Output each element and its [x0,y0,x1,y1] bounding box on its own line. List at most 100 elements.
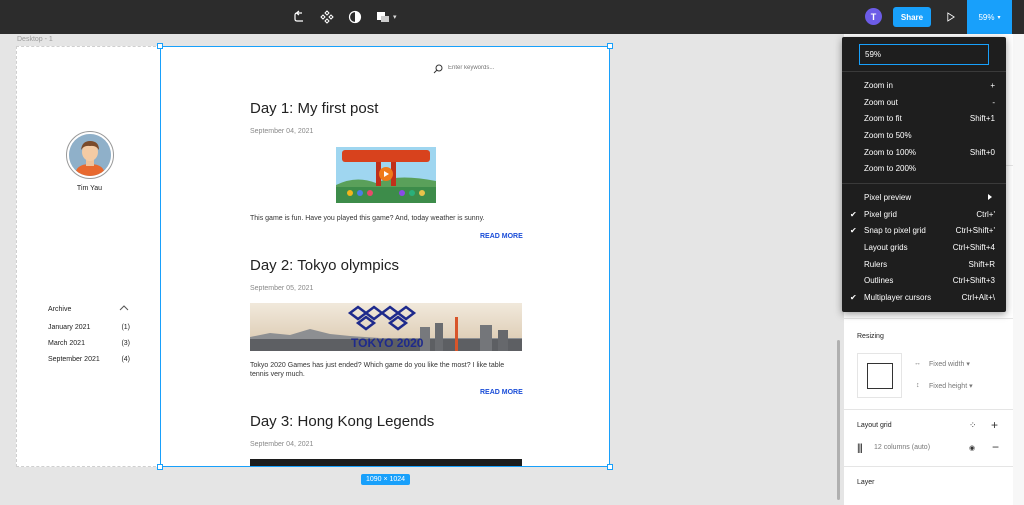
menu-item-shortcut: Ctrl+Shift+3 [952,276,995,285]
components-icon[interactable] [318,8,336,26]
blog-sidebar-frame[interactable]: Tim Yau Archive January 2021 (1) March 2… [16,46,161,467]
zoom-level: 59% [978,12,995,22]
archive-item[interactable]: September 2021 (4) [48,356,130,363]
menu-item-pixel-grid[interactable]: ✔ Pixel grid Ctrl+' [842,207,1006,223]
move-tool-icon[interactable] [291,8,309,26]
profile-avatar [66,131,114,179]
check-icon: ✔ [850,226,857,235]
post-title[interactable]: Day 1: My first post [250,100,378,117]
zoom-input[interactable] [859,44,989,65]
menu-item-shortcut: Ctrl+Shift+' [955,226,995,235]
search-input[interactable] [448,65,528,71]
menu-item-label: Zoom out [864,98,898,107]
remove-grid-icon[interactable]: − [992,440,999,454]
menu-item-zoom-50[interactable]: Zoom to 50% [842,128,1006,144]
menu-item-shortcut: Ctrl+' [976,210,995,219]
user-avatar[interactable]: T [865,8,882,25]
zoom-button[interactable]: 59% ▾ [967,0,1012,34]
menu-item-zoom-100[interactable]: Zoom to 100% Shift+0 [842,145,1006,161]
grid-value[interactable]: 12 columns (auto) [874,444,930,451]
width-icon: ↔ [914,360,921,367]
menu-item-shortcut: Shift+R [968,260,995,269]
resizing-title: Resizing [857,333,884,340]
fixed-height-select[interactable]: Fixed height ▾ [929,382,973,390]
search-icon [433,64,443,74]
menu-item-zoom-to-fit[interactable]: Zoom to fit Shift+1 [842,111,1006,127]
resize-handle[interactable] [607,43,613,49]
menu-item-label: Pixel grid [864,210,897,219]
archive-item[interactable]: January 2021 (1) [48,324,130,331]
chevron-down-icon: ▾ [969,383,973,390]
divider [842,183,1006,184]
resizing-preview [857,353,902,398]
tokyo-banner-image: TOKYO 2020 [250,303,522,351]
menu-item-layout-grids[interactable]: Layout grids Ctrl+Shift+4 [842,240,1006,256]
chevron-down-icon: ▾ [997,14,1001,21]
archive-month: March 2021 [48,340,85,347]
grid-styles-icon[interactable]: ⁘ [969,420,977,431]
chevron-up-icon[interactable] [118,303,130,313]
fixed-width-select[interactable]: Fixed width ▾ [929,360,970,368]
add-grid-icon[interactable]: + [991,418,998,432]
menu-item-label: Zoom to 50% [864,131,912,140]
resize-handle[interactable] [157,464,163,470]
share-button[interactable]: Share [893,7,931,27]
archive-item[interactable]: March 2021 (3) [48,340,130,347]
height-icon: ↕ [916,382,920,389]
toolbar: ▾ T Share 59% ▾ [0,0,1024,34]
read-more-link[interactable]: READ MORE [480,233,523,240]
canvas-scrollbar[interactable] [837,340,840,500]
check-icon: ✔ [850,293,857,302]
post-title[interactable]: Day 3: Hong Kong Legends [250,413,434,430]
archive-month: January 2021 [48,324,91,331]
post-excerpt: Tokyo 2020 Games has just ended? Which g… [250,362,505,378]
post-date: September 04, 2021 [250,441,314,448]
post-date: September 05, 2021 [250,285,314,292]
menu-item-multiplayer-cursors[interactable]: ✔ Multiplayer cursors Ctrl+Alt+\ [842,290,1006,306]
frame-label[interactable]: Desktop - 1 [17,36,53,43]
menu-item-rulers[interactable]: Rulers Shift+R [842,257,1006,273]
fixed-width-label: Fixed width [929,361,965,368]
eye-icon[interactable]: ◉ [969,444,975,452]
divider [844,409,1014,410]
layer-title: Layer [857,479,875,486]
archive-count: (4) [121,356,130,363]
check-icon: ✔ [850,210,857,219]
menu-item-snap-to-pixel-grid[interactable]: ✔ Snap to pixel grid Ctrl+Shift+' [842,223,1006,239]
divider [844,318,1014,319]
frame-size-badge: 1090 × 1024 [361,474,410,485]
menu-item-shortcut: Ctrl+Shift+4 [952,243,995,252]
banner-caption: TOKYO 2020 [351,336,424,350]
menu-item-zoom-out[interactable]: Zoom out - [842,95,1006,111]
zoom-menu: Zoom in + Zoom out - Zoom to fit Shift+1… [842,37,1006,312]
grid-columns-icon[interactable]: ||| [857,443,863,454]
menu-item-label: Zoom to 200% [864,164,917,173]
menu-item-label: Layout grids [864,243,908,252]
layout-grid-title: Layout grid [857,422,892,429]
theme-contrast-icon[interactable] [346,8,364,26]
resize-handle[interactable] [607,464,613,470]
menu-item-zoom-200[interactable]: Zoom to 200% [842,161,1006,177]
submenu-arrow-icon [988,194,992,200]
menu-item-label: Zoom to 100% [864,148,917,157]
present-play-icon[interactable] [944,9,958,25]
boolean-groups-icon[interactable] [374,8,392,26]
profile-name: Tim Yau [76,185,103,192]
menu-item-shortcut: - [992,98,995,107]
panel-scroll-track [1013,34,1024,505]
divider [842,71,1006,72]
blog-main-frame[interactable]: Day 1: My first post September 04, 2021 … [160,46,610,467]
post-title[interactable]: Day 2: Tokyo olympics [250,257,399,274]
menu-item-label: Outlines [864,276,894,285]
menu-item-pixel-preview[interactable]: Pixel preview [842,190,1006,206]
archive-count: (3) [121,340,130,347]
menu-item-label: Multiplayer cursors [864,293,932,302]
read-more-link[interactable]: READ MORE [480,389,523,396]
resize-handle[interactable] [157,43,163,49]
menu-item-outlines[interactable]: Outlines Ctrl+Shift+3 [842,273,1006,289]
menu-item-label: Snap to pixel grid [864,226,926,235]
chevron-down-icon[interactable]: ▾ [393,13,397,21]
fixed-height-label: Fixed height [929,383,968,390]
menu-item-shortcut: + [990,81,995,90]
menu-item-zoom-in[interactable]: Zoom in + [842,78,1006,94]
